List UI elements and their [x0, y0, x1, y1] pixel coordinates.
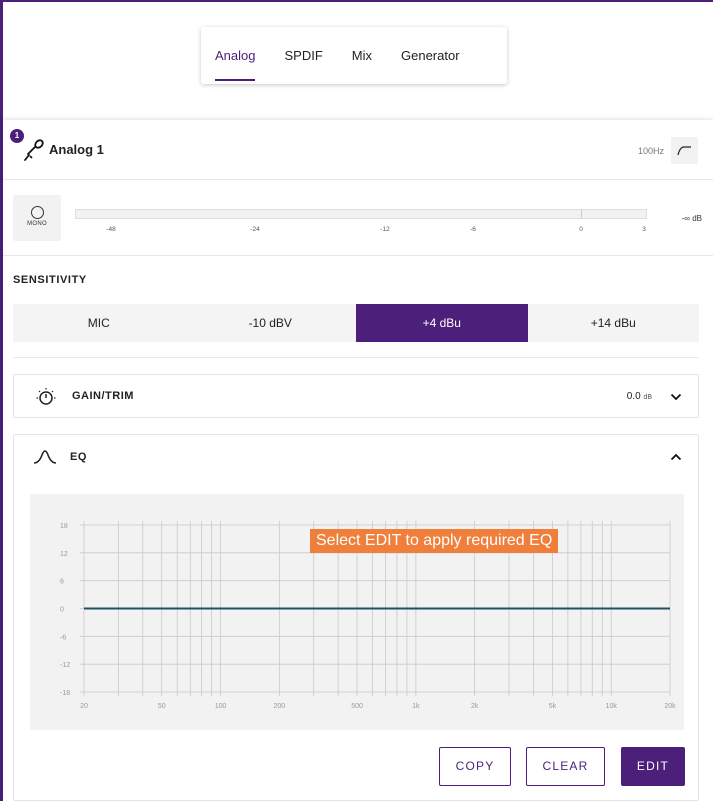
sensitivity-title: SENSITIVITY: [13, 274, 87, 286]
gain-trim-panel[interactable]: GAIN/TRIM 0.0 dB: [13, 374, 699, 418]
eq-graph[interactable]: 18 12 6 0 -6 -12 -18 20 50 100 200 500 1k 2k 5k 10k 20k …: [30, 494, 684, 730]
tab-generator[interactable]: Generator: [401, 27, 460, 84]
x-tick-label: 100: [215, 703, 227, 710]
level-meter-row: MONO -48 -24 -12 -6 0 3 -∞ dB: [3, 181, 713, 256]
meter-tick: -24: [250, 226, 260, 233]
meter-tick: 3: [642, 226, 646, 233]
high-pass-filter-icon: [677, 146, 691, 156]
sensitivity-selector: MIC -10 dBV +4 dBu +14 dBu: [13, 304, 699, 342]
sensitivity-mic[interactable]: MIC: [13, 304, 185, 342]
clear-button[interactable]: CLEAR: [526, 747, 605, 786]
level-meter-bar: [75, 209, 647, 219]
divider: [13, 357, 699, 358]
gain-trim-title: GAIN/TRIM: [72, 390, 134, 402]
edit-button[interactable]: EDIT: [621, 747, 685, 786]
y-tick-label: 18: [60, 523, 68, 530]
channel-card: 1 Analog 1 100Hz MONO -48 -24 -12 -6 0 3…: [3, 120, 713, 801]
x-tick-label: 50: [158, 703, 166, 710]
chevron-down-icon[interactable]: [670, 391, 682, 403]
x-tick-label: 10k: [606, 703, 618, 710]
sensitivity-plus14dbu[interactable]: +14 dBu: [528, 304, 700, 342]
meter-zero-marker: [581, 209, 582, 219]
x-tick-label: 20: [80, 703, 88, 710]
tab-analog[interactable]: Analog: [215, 27, 256, 84]
mono-button[interactable]: MONO: [13, 195, 61, 241]
mono-circle-icon: [30, 206, 44, 219]
sensitivity-minus10dbv[interactable]: -10 dBV: [185, 304, 357, 342]
input-tabs: Analog SPDIF Mix Generator: [201, 27, 507, 84]
tab-spdif[interactable]: SPDIF: [284, 27, 322, 84]
meter-tick: -48: [106, 226, 116, 233]
x-tick-label: 500: [351, 703, 363, 710]
chevron-up-icon[interactable]: [670, 451, 682, 463]
microphone-icon: [24, 139, 44, 161]
x-tick-label: 2k: [471, 703, 479, 710]
y-tick-label: -18: [60, 690, 70, 697]
meter-tick: -6: [470, 226, 476, 233]
y-tick-label: -12: [60, 662, 70, 669]
gain-value-unit: dB: [643, 394, 652, 401]
sensitivity-plus4dbu[interactable]: +4 dBu: [356, 304, 528, 342]
hpf-frequency: 100Hz: [637, 146, 664, 156]
x-tick-label: 1k: [412, 703, 420, 710]
meter-tick: -12: [380, 226, 390, 233]
knob-icon: [36, 388, 56, 405]
high-pass-filter-button[interactable]: [671, 137, 698, 164]
y-tick-label: 6: [60, 579, 64, 586]
bell-curve-icon: [33, 450, 57, 464]
meter-tick: 0: [579, 226, 583, 233]
eq-panel: EQ 18 12 6 0 -6 -12 -18 20 50 100 200 500 1k 2k 5k 10k 2…: [13, 434, 699, 801]
gain-trim-value: 0.0 dB: [627, 391, 652, 402]
eq-instruction-message: Select EDIT to apply required EQ: [310, 529, 559, 553]
eq-title: EQ: [70, 451, 87, 463]
copy-button[interactable]: COPY: [439, 747, 511, 786]
channel-title: Analog 1: [49, 142, 104, 157]
y-tick-label: 0: [60, 607, 64, 614]
y-tick-label: 12: [60, 551, 68, 558]
tab-mix[interactable]: Mix: [352, 27, 372, 84]
x-tick-label: 200: [273, 703, 285, 710]
meter-readout: -∞ dB: [681, 214, 702, 223]
channel-header: 1 Analog 1 100Hz: [3, 120, 713, 180]
mono-label: MONO: [27, 221, 47, 227]
x-tick-label: 5k: [549, 703, 557, 710]
channel-number-badge: 1: [10, 129, 24, 143]
x-tick-label: 20k: [664, 703, 676, 710]
y-tick-label: -6: [60, 634, 66, 641]
gain-value-number: 0.0: [626, 391, 641, 402]
